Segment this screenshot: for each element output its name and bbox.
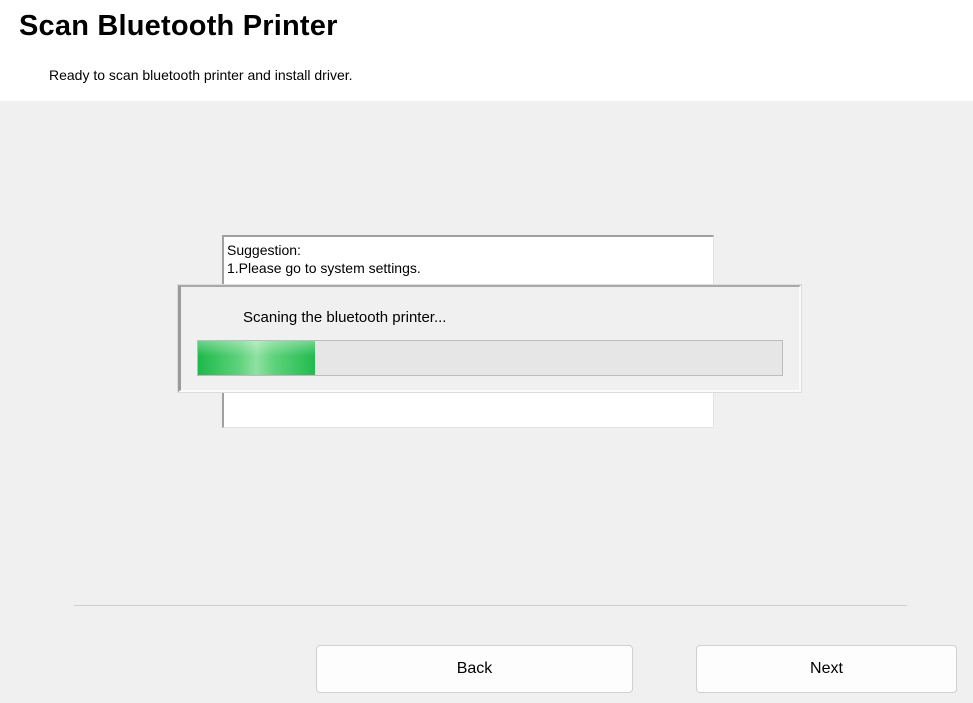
progress-bar-fill — [198, 341, 315, 375]
footer-divider — [74, 605, 907, 606]
page-title: Scan Bluetooth Printer — [19, 10, 338, 42]
header-panel: Scan Bluetooth Printer Ready to scan blu… — [0, 0, 973, 101]
suggestion-text: Suggestion: 1.Please go to system settin… — [227, 242, 421, 276]
page-subtitle: Ready to scan bluetooth printer and inst… — [49, 67, 353, 83]
progress-label: Scaning the bluetooth printer... — [243, 309, 447, 326]
back-button[interactable]: Back — [316, 645, 633, 693]
scan-progress-dialog: Scaning the bluetooth printer... — [178, 285, 801, 392]
progress-bar — [197, 340, 783, 376]
next-button[interactable]: Next — [696, 645, 957, 693]
